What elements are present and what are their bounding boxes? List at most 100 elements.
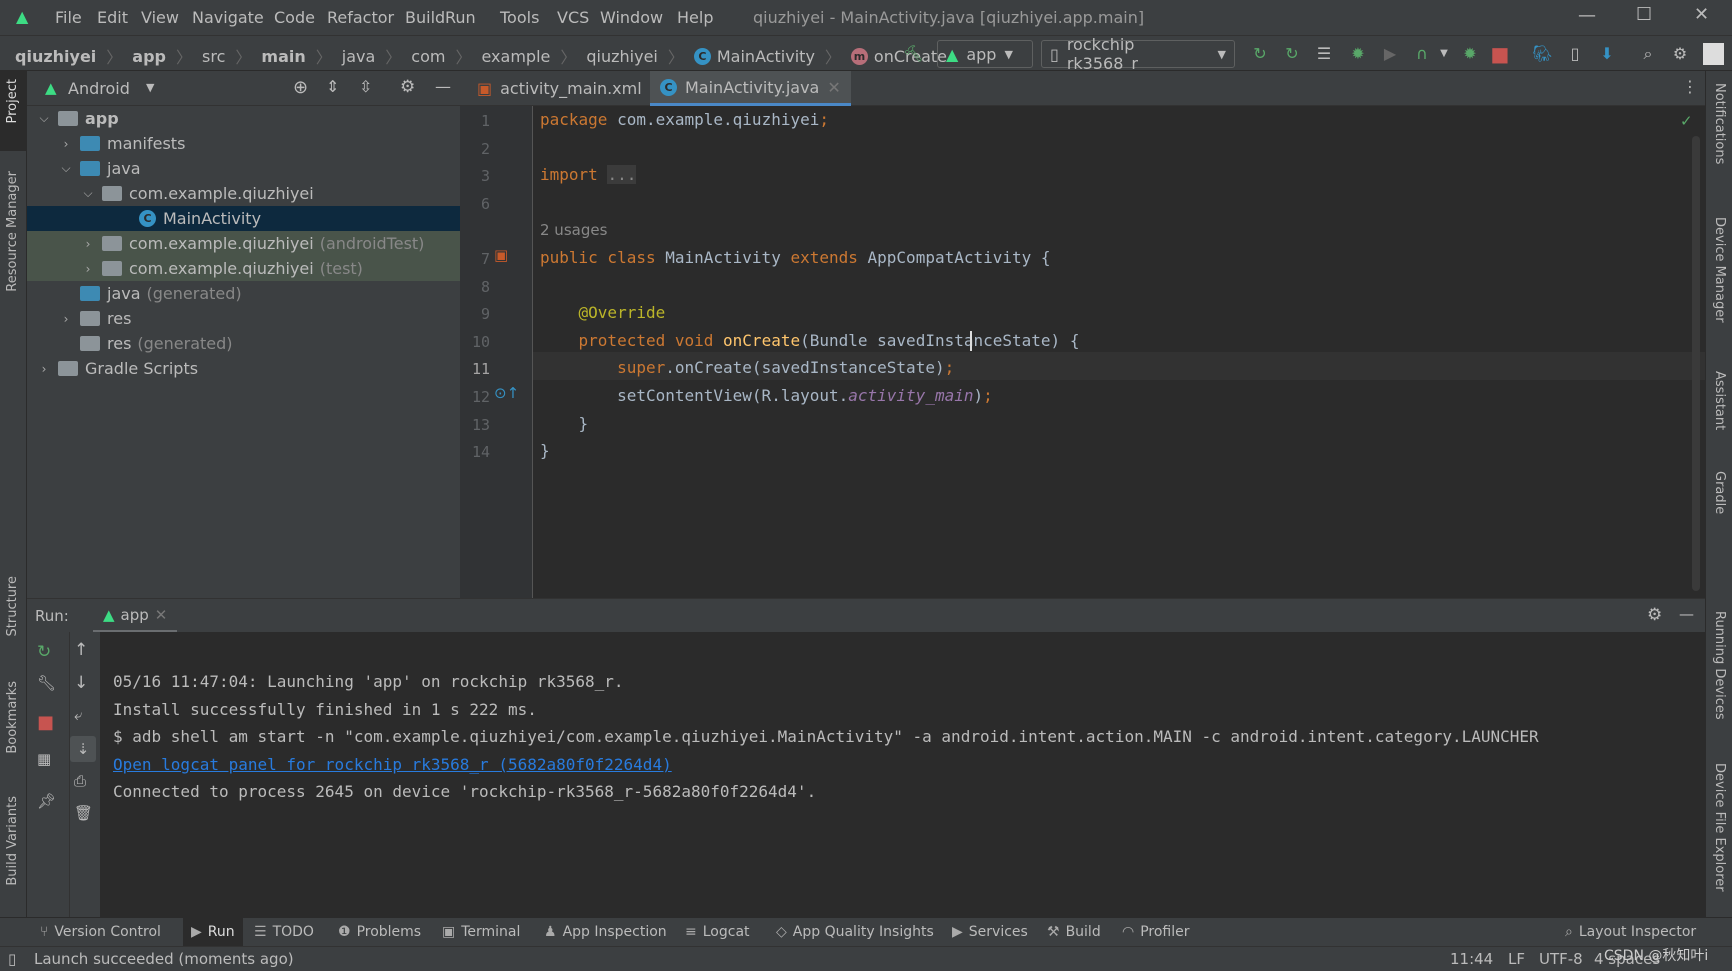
stripe-gradle[interactable]: Gradle xyxy=(1712,471,1727,514)
run-console[interactable]: 05/16 11:47:04: Launching 'app' on rockc… xyxy=(100,632,1705,917)
print-icon[interactable]: ⎙ xyxy=(74,772,86,790)
menu-run[interactable]: Run xyxy=(445,8,476,27)
stripe-project[interactable]: Project xyxy=(5,79,20,123)
menu-window[interactable]: Window xyxy=(600,8,663,27)
run-coverage-icon[interactable]: ☰ xyxy=(1314,44,1334,64)
tree-item[interactable]: › com.example.qiuzhiyei (androidTest) xyxy=(27,231,460,256)
editor-scrollbar[interactable] xyxy=(1692,136,1700,591)
layout-icon[interactable]: ▦ xyxy=(37,750,51,768)
code-line[interactable]: public class MainActivity extends AppCom… xyxy=(540,248,1051,267)
stop-icon[interactable]: ■ xyxy=(37,712,54,733)
breadcrumb-item[interactable]: MainActivity xyxy=(717,47,815,66)
chevron-right-icon[interactable]: › xyxy=(59,312,73,326)
file-encoding[interactable]: UTF-8 xyxy=(1539,950,1583,968)
device-manager-icon[interactable]: ▯ xyxy=(1565,44,1585,64)
code-editor[interactable]: 1 2 3 6 7 8 9 10 11 12 13 14 ▣ ⊙↑ package com.example… xyxy=(460,106,1705,598)
tool-window-app-quality-insights[interactable]: ◇ App Quality Insights xyxy=(776,924,934,940)
hide-panel-icon[interactable]: — xyxy=(435,77,451,96)
gear-icon[interactable]: ⚙ xyxy=(1647,605,1662,625)
code-line[interactable]: 2 usages xyxy=(540,220,607,239)
tree-item[interactable]: › res xyxy=(27,306,460,331)
apply-code-changes-icon[interactable]: ↻ xyxy=(1282,44,1302,64)
menu-view[interactable]: View xyxy=(141,8,179,27)
chevron-down-icon[interactable]: ⌵ xyxy=(81,186,95,201)
expand-all-icon[interactable]: ⇕ xyxy=(326,77,339,96)
profile-icon[interactable]: ▶ xyxy=(1380,44,1400,64)
close-window-button[interactable]: ✕ xyxy=(1694,4,1709,25)
code-line[interactable]: } xyxy=(540,441,550,460)
status-message[interactable]: Launch succeeded (moments ago) xyxy=(34,950,294,968)
apply-changes-restart-icon[interactable]: ↻ xyxy=(1250,44,1270,64)
tree-item[interactable]: ⌵ com.example.qiuzhiyei xyxy=(27,181,460,206)
menu-file[interactable]: File xyxy=(55,8,82,27)
debug-icon[interactable]: ✹ xyxy=(1348,44,1368,64)
tree-item[interactable]: › Gradle Scripts xyxy=(27,356,460,381)
stripe-running-devices[interactable]: Running Devices xyxy=(1712,611,1727,720)
chevron-right-icon[interactable]: › xyxy=(81,262,95,276)
chevron-down-icon[interactable]: ▼ xyxy=(1434,44,1454,64)
pin-icon[interactable]: 📌︎ xyxy=(37,792,56,810)
tab-mainactivity-java[interactable]: C MainActivity.java ✕ xyxy=(650,71,851,106)
code-line[interactable]: } xyxy=(540,414,589,433)
stripe-build-variants[interactable]: Build Variants xyxy=(5,796,20,886)
caret-position[interactable]: 11:44 xyxy=(1450,950,1493,968)
maximize-button[interactable]: ☐ xyxy=(1636,4,1652,25)
locate-icon[interactable]: ⊕ xyxy=(293,77,308,98)
tree-item[interactable]: C MainActivity xyxy=(27,206,460,231)
tool-window-version-control[interactable]: ⑂ Version Control xyxy=(40,924,161,940)
attach-debugger-icon[interactable]: ✹ xyxy=(1460,44,1480,64)
tool-window-layout-inspector[interactable]: ⌕ Layout Inspector xyxy=(1565,924,1696,940)
tool-window-run[interactable]: ▶ Run xyxy=(183,918,243,946)
scroll-up-icon[interactable]: ↑ xyxy=(74,640,88,660)
minimize-button[interactable]: — xyxy=(1578,5,1596,26)
search-icon[interactable]: ⌕ xyxy=(1638,44,1658,64)
stop-icon[interactable]: ■ xyxy=(1490,44,1510,64)
breadcrumb-item[interactable]: java xyxy=(342,47,376,66)
tree-item[interactable]: ⌵ java xyxy=(27,156,460,181)
menu-navigate[interactable]: Navigate xyxy=(192,8,264,27)
tree-item[interactable]: res (generated) xyxy=(27,331,460,356)
sync-gradle-icon[interactable]: 🐘︎ xyxy=(1532,44,1552,64)
avatar[interactable] xyxy=(1703,43,1724,65)
tool-window-todo[interactable]: ☰ TODO xyxy=(254,924,314,940)
code-line[interactable]: import ... xyxy=(540,165,637,185)
wrench-icon[interactable]: 🔧︎ xyxy=(37,674,56,692)
run-config-dropdown[interactable]: ▲ app ▼ xyxy=(937,40,1033,68)
stripe-device-file-explorer[interactable]: Device File Explorer xyxy=(1712,763,1727,892)
soft-wrap-icon[interactable]: ⤶ xyxy=(74,706,82,724)
menu-build[interactable]: Build xyxy=(405,8,445,27)
code-line[interactable]: package com.example.qiuzhiyei; xyxy=(540,110,829,129)
menu-tools[interactable]: Tools xyxy=(500,8,539,27)
menu-refactor[interactable]: Refactor xyxy=(327,8,394,27)
implements-icon[interactable]: ▣ xyxy=(494,246,508,264)
tool-window-logcat[interactable]: ≡ Logcat xyxy=(685,924,750,940)
hide-panel-icon[interactable]: — xyxy=(1679,605,1694,623)
code-line[interactable]: setContentView(R.layout.activity_main); xyxy=(540,386,993,405)
menu-code[interactable]: Code xyxy=(274,8,315,27)
tree-item[interactable]: › manifests xyxy=(27,131,460,156)
chevron-right-icon[interactable]: › xyxy=(81,237,95,251)
more-options-icon[interactable]: ⋮ xyxy=(1682,77,1698,96)
run-tab-app[interactable]: ▲ app ✕ xyxy=(93,599,178,633)
chevron-right-icon[interactable]: › xyxy=(59,137,73,151)
device-dropdown[interactable]: ▯ rockchip rk3568_r ▼ xyxy=(1041,35,1235,73)
gear-icon[interactable]: ⚙ xyxy=(1670,44,1690,64)
breadcrumb-item[interactable]: app xyxy=(132,47,166,66)
gear-icon[interactable]: ⚙ xyxy=(400,77,415,97)
code-line[interactable]: @Override xyxy=(540,303,666,322)
logcat-link[interactable]: Open logcat panel for rockchip rk3568_r … xyxy=(113,755,672,774)
menu-edit[interactable]: Edit xyxy=(97,8,128,27)
code-line[interactable]: protected void onCreate(Bundle savedInst… xyxy=(540,331,1080,350)
scroll-to-end-icon[interactable]: ⇣ xyxy=(70,736,96,762)
tool-window-services[interactable]: ▶ Services xyxy=(952,924,1028,940)
breadcrumb-item[interactable]: src xyxy=(202,47,225,66)
close-tab-icon[interactable]: ✕ xyxy=(155,606,168,624)
code-line[interactable]: super.onCreate(savedInstanceState); xyxy=(540,358,954,377)
tree-item[interactable]: › com.example.qiuzhiyei (test) xyxy=(27,256,460,281)
stripe-bookmarks[interactable]: Bookmarks xyxy=(5,681,20,754)
rerun-icon[interactable]: ↻ xyxy=(37,642,51,662)
tool-window-profiler[interactable]: ◠ Profiler xyxy=(1122,924,1190,940)
stripe-notifications[interactable]: Notifications xyxy=(1712,83,1727,164)
breadcrumb-item[interactable]: example xyxy=(481,47,550,66)
chevron-right-icon[interactable]: › xyxy=(37,362,51,376)
